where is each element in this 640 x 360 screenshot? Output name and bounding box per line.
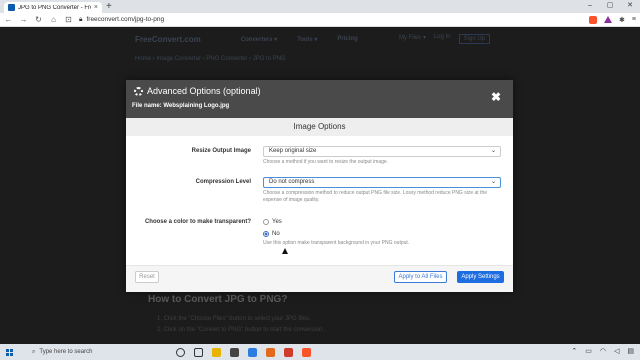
menu-converters[interactable]: Converters ▾ (241, 36, 277, 43)
reset-button[interactable]: Reset (135, 271, 159, 283)
home-icon[interactable]: ⌂ (49, 15, 58, 24)
menu-tools[interactable]: Tools ▾ (297, 36, 317, 43)
bookmark-icon[interactable]: ⊡ (64, 15, 73, 24)
lock-icon: 🔒︎ (79, 15, 83, 23)
address-bar[interactable]: 🔒︎ freeconvert.com/jpg-to-png (79, 15, 583, 25)
howto-step: 1. Click the "Choose Files" button to se… (157, 316, 311, 322)
resize-select[interactable]: Keep original size ⌄ (263, 146, 501, 157)
notifications-icon[interactable]: ▤ (627, 347, 634, 355)
new-tab-button[interactable]: + (106, 2, 112, 12)
compression-select[interactable]: Do not compress ⌄ (263, 177, 501, 188)
resize-value: Keep original size (269, 148, 317, 154)
favicon-icon (8, 4, 15, 11)
brave-rewards-icon[interactable] (604, 16, 613, 23)
menu-icon[interactable]: ≡ (632, 16, 636, 23)
compression-label: Compression Level (195, 179, 251, 185)
volume-icon[interactable]: ◁ (614, 347, 619, 355)
minimize-button[interactable]: – (580, 0, 600, 11)
extensions: ✱ ≡ (589, 15, 636, 24)
tab-title: JPG to PNG Converter - FreeConve (18, 4, 91, 11)
reload-icon[interactable]: ↻ (34, 15, 43, 24)
modal-title-text: Advanced Options (optional) (147, 86, 261, 96)
forward-icon[interactable]: → (19, 15, 28, 24)
chevron-up-icon[interactable]: ⌃ (571, 347, 577, 355)
modal-footer: Reset Apply to All Files Apply Settings (126, 265, 513, 292)
battery-icon[interactable]: ▭ (585, 347, 592, 355)
chevron-down-icon: ⌄ (490, 148, 496, 154)
breadcrumb: Home › Image Converter › PNG Converter ›… (135, 56, 286, 62)
transparent-label: Choose a color to make transparent? (144, 219, 251, 225)
modal-title: Advanced Options (optional) (134, 86, 261, 96)
window-controls: – ▢ ✕ (580, 0, 640, 11)
howto-heading: How to Convert JPG to PNG? (148, 294, 288, 305)
radio-label: Yes (272, 219, 282, 225)
resize-help: Choose a method if you want to resize th… (263, 159, 389, 165)
edge-icon[interactable] (248, 347, 257, 357)
wifi-icon[interactable]: ◠ (600, 347, 606, 355)
file-name: File name: Websplaining Logo.jpg (132, 103, 230, 109)
browser-tab-bar: JPG to PNG Converter - FreeConve × + – ▢… (0, 0, 640, 13)
maximize-button[interactable]: ▢ (600, 0, 620, 11)
close-tab-icon[interactable]: × (94, 4, 98, 11)
radio-selected-icon (263, 231, 269, 237)
site-logo[interactable]: FreeConvert.com (135, 35, 201, 44)
compression-value: Do not compress (269, 179, 315, 185)
task-view-icon[interactable] (194, 347, 203, 357)
browser-toolbar: ← → ↻ ⌂ ⊡ 🔒︎ freeconvert.com/jpg-to-png … (0, 13, 640, 27)
transparent-help: Use this option make transparent backgro… (263, 240, 410, 246)
close-icon[interactable]: ✖ (491, 90, 501, 104)
transparent-yes-radio[interactable]: Yes (263, 219, 282, 225)
search-icon: ⌕ (32, 348, 36, 355)
signup-button[interactable]: Sign Up (458, 34, 490, 44)
site-header: FreeConvert.com Converters ▾ Tools ▾ Pri… (0, 28, 640, 50)
browser-tab[interactable]: JPG to PNG Converter - FreeConve × (4, 2, 102, 13)
chevron-down-icon: ⌄ (490, 179, 496, 185)
account-links: My Files ▾ Log In Sign Up (399, 34, 490, 44)
url-text: freeconvert.com/jpg-to-png (86, 16, 165, 23)
extensions-icon[interactable]: ✱ (619, 16, 625, 24)
radio-label: No (272, 231, 280, 237)
transparent-no-radio[interactable]: No (263, 231, 280, 237)
my-files-link[interactable]: My Files ▾ (399, 34, 426, 44)
windows-start-icon[interactable] (6, 347, 20, 357)
section-title: Image Options (126, 118, 513, 136)
back-icon[interactable]: ← (4, 15, 13, 24)
radio-icon (263, 219, 269, 225)
apply-all-button[interactable]: Apply to All Files (394, 271, 447, 283)
app-icon[interactable] (284, 347, 293, 357)
taskbar-search[interactable]: ⌕ Type here to search (26, 346, 166, 358)
modal-header: Advanced Options (optional) File name: W… (126, 80, 513, 118)
system-tray: ⌃ ▭ ◠ ◁ ▤ (571, 347, 634, 355)
mouse-cursor (282, 248, 288, 254)
windows-taskbar: ⌕ Type here to search ⌃ ▭ ◠ ◁ ▤ (0, 344, 640, 360)
cortana-icon[interactable] (176, 347, 185, 357)
brave-shield-icon[interactable] (589, 15, 598, 24)
store-icon[interactable] (230, 347, 239, 357)
office-icon[interactable] (266, 347, 275, 357)
resize-label: Resize Output Image (191, 148, 251, 154)
close-window-button[interactable]: ✕ (620, 0, 640, 11)
gear-icon (134, 86, 143, 96)
taskbar-apps (176, 347, 311, 357)
file-explorer-icon[interactable] (212, 347, 221, 357)
apply-settings-button[interactable]: Apply Settings (457, 271, 504, 283)
advanced-options-modal: Advanced Options (optional) File name: W… (126, 80, 513, 292)
compression-help: Choose a compression method to reduce ou… (263, 190, 488, 203)
menu-pricing[interactable]: Pricing (337, 36, 357, 42)
login-link[interactable]: Log In (434, 34, 451, 44)
brave-icon[interactable] (302, 347, 311, 357)
howto-step: 2. Click on the "Convert to PNG" button … (157, 327, 325, 333)
taskbar-search-text: Type here to search (39, 349, 93, 355)
